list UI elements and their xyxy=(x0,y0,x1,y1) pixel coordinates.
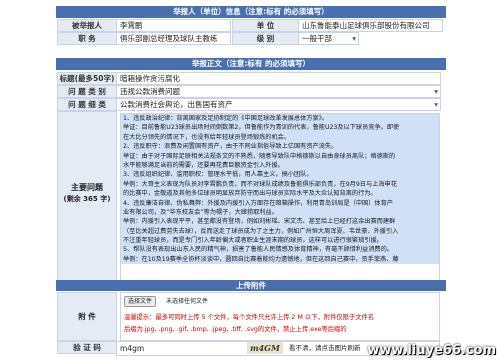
name-label: 被举报人 xyxy=(57,19,117,32)
main-issue-line: 举例：在10及19赛季全协杯淡谈中，圆回自比赛着能均力遗憾地，但在这回自己赛中，… xyxy=(121,254,439,265)
chevron-down-icon: ▾ xyxy=(352,34,356,43)
main-issue-text: 1、违反政治纪律：背离国家及足协制定的《中国足球改革发展总体方案》。 举证：目前鲁… xyxy=(121,114,439,265)
captcha-label: 验 证 码 xyxy=(57,341,117,354)
main-issue-line: 不注重年轻球员，而是专门引入年龄偏大或者职业生涯末期的球员，这样可以进行很繁琐引… xyxy=(121,236,439,246)
category-select[interactable]: 违规公款消费问题 ▾ xyxy=(116,85,441,98)
remaining-chars: (剩余 365 字) xyxy=(63,195,111,203)
attach-label-cell: 附 件 xyxy=(57,292,117,341)
main-issue-label: 主要问题 xyxy=(71,183,103,192)
main-issue-line: 1、违反政治纪律：背离国家及足协制定的《中国足球改革发展总体方案》。 xyxy=(121,114,439,124)
main-issue-line: 3、违反组织纪律、滥用职权：管理水平低，用人靠主义，搞小团队。 xyxy=(121,170,439,180)
detail-select-value: 公款消费社会舆论，出售国有资产 xyxy=(120,100,233,109)
main-issue-line: 举证：由于对于国际足联相关法规条文的不熟悉，随意导致队中格德斯以自由身球员离队；… xyxy=(121,151,439,161)
title-label: 标题(最多50字) xyxy=(57,72,117,85)
level-label: 级 别 xyxy=(232,32,299,45)
main-issue-line: 举例：内援引入表现平平，甚至都没有登场，例如刘彬瑶、宋文杰、甚至给上已经打这余出… xyxy=(121,217,439,227)
category-label: 问 题 类 别 xyxy=(57,85,117,98)
chevron-down-icon: ▾ xyxy=(434,87,438,96)
chevron-down-icon: ▾ xyxy=(434,100,438,109)
main-issue-line: （至比关超过费劳失去球），反而送走了球员成为了之主力，例如广州恒大周浑夏、韦世豪… xyxy=(121,226,439,237)
main-issue-line: 水平能够满足当前的需要，还要再花费巨额资金引入外援。 xyxy=(121,160,439,171)
site-watermark: www.liuye66.com xyxy=(367,343,496,358)
unit-label: 单 位 xyxy=(232,19,299,32)
attachment-area: 选择文件 未选择任何文件 温馨提示：最多可同时上传 5 个文件，每个文件只允许上… xyxy=(120,292,440,341)
reporter-section-header: 举报人（单位）信息（注意:标有 的必须填写） xyxy=(56,6,446,18)
unit-input[interactable]: 山东鲁能泰山足球俱乐部股份有限公司 xyxy=(298,19,443,32)
detail-select[interactable]: 公款消费社会舆论，出售国有资产 ▾ xyxy=(116,98,441,111)
category-select-value: 违规公款消费问题 xyxy=(120,87,180,96)
main-issue-label-cell: 主要问题 (剩余 365 字) xyxy=(57,111,117,288)
main-issue-line: 举例：大哥主义表现为队员对李霄鹏负责，而不对球队成绩及鲁能俱乐部负责，在9月9日… xyxy=(121,179,439,190)
main-issue-line: 2、违反职守：浪费及闲置国有资产，由于不同业指俗导致上亿国有资产流失。 xyxy=(121,142,439,152)
title-input[interactable]: 暗箱操作贪污腐化 xyxy=(116,72,441,85)
captcha-refresh-hint[interactable]: 看不清，请点击图片刷新 xyxy=(289,343,361,354)
main-issue-line: 举证：目前鲁能U23球员出场时间倒数第2，但鲁能作为青训的代表，鲁能U23及以下… xyxy=(121,123,439,133)
level-select[interactable]: 一般干部 ▾ xyxy=(298,32,359,45)
captcha-image[interactable]: m4GM xyxy=(247,342,283,354)
no-file-text: 未选择任何文件 xyxy=(166,298,209,305)
attach-label: 附 件 xyxy=(78,312,96,321)
main-issue-line: 业有限公司，及“华东校友会”等为幌子，大肆捞取利益。 xyxy=(121,207,439,218)
main-issue-line: 5、帮队没有表现出山东人民的精气神，损害了鲁能人民情感及体育精神，有毫不顾惜利益… xyxy=(121,245,439,255)
captcha-input[interactable]: m4gm xyxy=(120,343,240,354)
main-issue-textarea[interactable]: 1、违反政治纪律：背离国家及足协制定的《中国足球改革发展总体方案》。 举证：目前鲁… xyxy=(120,113,440,286)
main-issue-line: 在大比分领先的情况下，也没有给年轻球员登场锻炼的机会。 xyxy=(121,132,439,143)
name-input[interactable]: 李霄鹏 xyxy=(116,19,231,32)
upload-tip-line-2: 后缀为.jpg, .png, .gif, .bmp, .jpeg, .tiff,… xyxy=(124,326,347,333)
choose-file-button[interactable]: 选择文件 xyxy=(124,296,157,307)
main-issue-line: 4、违反廉洁自律、伪私舞弊：外援及内援引入方面存在暗箱操作，利用青岛训局是（中国… xyxy=(121,198,439,208)
position-label: 职 务 xyxy=(57,32,117,45)
report-section-header: 举报正文（注意:标有 的必须填写） xyxy=(56,58,446,70)
detail-label: 问 题 细 类 xyxy=(57,98,117,111)
position-input[interactable]: 俱乐部副总经理及球队主教练 xyxy=(116,32,231,45)
main-issue-line: 的比赛中，金敬道及其他多位球员明显放弃防守而出与球员实际水平及大众认知背离的行为… xyxy=(121,189,439,199)
level-select-value: 一般干部 xyxy=(302,34,332,43)
upload-section-header: 上传附件 xyxy=(56,280,446,291)
upload-tip-line-1: 温馨提示：最多可同时上传 5 个文件，每个文件只允许上传 2 M 以下，附件仅限… xyxy=(124,314,375,321)
